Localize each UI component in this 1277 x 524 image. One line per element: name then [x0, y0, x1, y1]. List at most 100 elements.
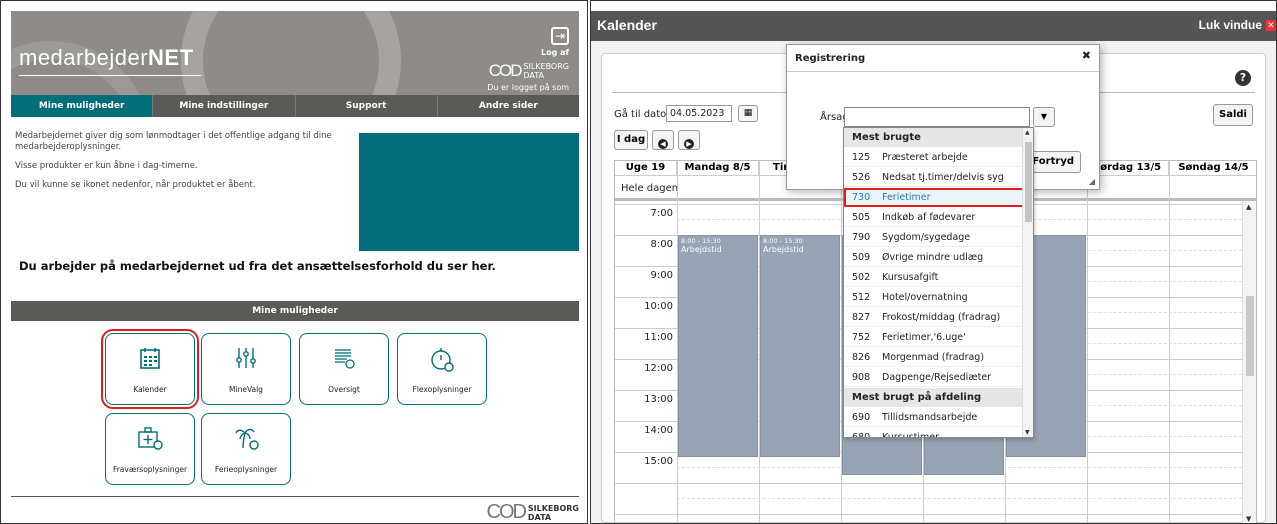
- goto-date-label: Gå til dato:: [614, 109, 670, 120]
- dropdown-option[interactable]: 505 Indkøb af fødevarer: [844, 208, 1024, 227]
- dropdown-option[interactable]: 790 Sygdom/sygedage: [844, 228, 1024, 247]
- dropdown-scrollbar[interactable]: ▲ ▼: [1022, 128, 1033, 437]
- event-time: 8:00 - 15:30: [763, 237, 803, 245]
- section-title: Mine muligheder: [11, 301, 579, 321]
- stopwatch-icon: [398, 346, 486, 379]
- scrollbar-thumb[interactable]: [1246, 296, 1254, 376]
- chevron-down-icon[interactable]: ▼: [1033, 107, 1055, 127]
- event-title: Arbejdstid: [681, 245, 722, 254]
- footer-divider: [11, 496, 579, 497]
- tile-label: Fraværsoplysninger: [112, 465, 188, 474]
- scroll-down-icon[interactable]: ▼: [1025, 429, 1030, 436]
- tile-label: Kalender: [133, 385, 167, 394]
- dropdown-option[interactable]: 827 Frokost/middag (fradrag): [844, 308, 1024, 327]
- day-header[interactable]: Mandag 8/5: [677, 161, 759, 175]
- time-label: 7:00: [650, 208, 673, 219]
- tile-minevalg[interactable]: MineValg: [201, 333, 291, 405]
- calendar-event[interactable]: 8:00 - 15:30 Arbejdstid: [760, 235, 840, 457]
- dropdown-option[interactable]: 690 Tillidsmandsarbejde: [844, 408, 1024, 427]
- tile-label: Flexoplysninger: [412, 385, 472, 394]
- arrow-left-icon: ◀: [658, 139, 668, 149]
- event-time: 8:00 - 15:30: [681, 237, 721, 245]
- hour-line: [615, 514, 1242, 515]
- column-divider: [1087, 161, 1088, 523]
- help-icon[interactable]: ?: [1235, 70, 1251, 86]
- calendar-event[interactable]: 8:00 - 15:30 Arbejdstid: [678, 235, 758, 457]
- sliders-icon: [202, 346, 290, 377]
- resize-grip-icon[interactable]: ◢: [1089, 177, 1095, 186]
- dropdown-option[interactable]: 502 Kursusafgift: [844, 268, 1024, 287]
- dropdown-option[interactable]: 680 Kursustimer: [844, 428, 1024, 437]
- option-group-header: Mest brugt på afdeling: [844, 388, 1024, 407]
- calendar-icon: [106, 346, 194, 377]
- saldi-button[interactable]: Saldi: [1213, 104, 1253, 126]
- intro-paragraph: Medarbejdernet giver dig som lønmodtager…: [15, 131, 332, 152]
- next-week-button[interactable]: ▶: [678, 130, 700, 150]
- main-nav: Mine muligheder Mine indstillinger Suppo…: [11, 95, 579, 117]
- time-label: 13:00: [644, 394, 673, 405]
- site-logo[interactable]: medarbejderNET: [19, 45, 194, 71]
- half-hour-line: [677, 498, 1242, 499]
- dialog-title: Registrering: [795, 53, 866, 64]
- dropdown-option[interactable]: 526 Nedsat tj.timer/delvis syg: [844, 168, 1024, 187]
- close-icon[interactable]: ✖: [1082, 49, 1091, 62]
- palm-tree-icon: [202, 426, 290, 457]
- dropdown-option[interactable]: 509 Øvrige mindre udlæg: [844, 248, 1024, 267]
- tile-flexoplysninger[interactable]: Flexoplysninger: [397, 333, 487, 405]
- tile-oversigt[interactable]: Oversigt: [299, 333, 389, 405]
- tile-label: MineValg: [229, 385, 263, 394]
- dropdown-option[interactable]: 125 Præsteret arbejde: [844, 148, 1024, 167]
- dropdown-option[interactable]: 752 Ferietimer,'6.uge': [844, 328, 1024, 347]
- scroll-up-icon[interactable]: ▲: [1025, 129, 1030, 136]
- close-window-link[interactable]: Luk vindue: [1199, 18, 1262, 32]
- column-divider: [1169, 161, 1170, 523]
- previous-week-button[interactable]: ◀: [652, 130, 674, 150]
- nav-tab-mine-indstillinger[interactable]: Mine indstillinger: [153, 95, 296, 117]
- dropdown-option[interactable]: 512 Hotel/overnatning: [844, 288, 1024, 307]
- time-label: 14:00: [644, 425, 673, 436]
- tile-kalender[interactable]: Kalender: [101, 329, 199, 409]
- dropdown-option[interactable]: 826 Morgenmad (fradrag): [844, 348, 1024, 367]
- time-label: 15:00: [644, 456, 673, 467]
- window-titlebar: Kalender Luk vindue ✕: [591, 11, 1276, 41]
- reason-select[interactable]: [844, 107, 1030, 127]
- grid-scrollbar[interactable]: ▲ ▼: [1242, 201, 1256, 523]
- nav-tab-mine-muligheder[interactable]: Mine muligheder: [11, 95, 154, 117]
- nav-tab-support[interactable]: Support: [295, 95, 438, 117]
- logged-in-text: Du er logget på som: [487, 83, 569, 92]
- tile-ferieoplysninger[interactable]: Ferieoplysninger: [201, 413, 291, 485]
- logout-link[interactable]: Log af: [541, 48, 569, 57]
- date-picker-icon[interactable]: ▦: [738, 105, 758, 122]
- list-icon: [300, 346, 388, 377]
- scrollbar-thumb[interactable]: [1025, 142, 1032, 222]
- dropdown-option-highlighted[interactable]: 730 Ferietimer: [844, 188, 1024, 207]
- today-button[interactable]: I dag: [614, 130, 648, 150]
- time-label: 9:00: [650, 270, 673, 281]
- time-label: 11:00: [644, 332, 673, 343]
- goto-date-input[interactable]: 04.05.2023: [666, 105, 732, 122]
- header-decoration: [181, 11, 401, 95]
- silkeborg-data-footer-logo: COD SILKEBORG DATA: [486, 501, 579, 523]
- banner-box: [359, 133, 579, 251]
- dropdown-option[interactable]: 908 Dagpenge/Rejsediæter: [844, 368, 1024, 387]
- all-day-label: Hele dagen: [621, 183, 679, 194]
- week-number: Uge 19: [615, 161, 677, 175]
- scroll-up-icon[interactable]: ▲: [1246, 203, 1251, 211]
- time-label: 8:00: [650, 239, 673, 250]
- tile-fravaersoplysninger[interactable]: Fraværsoplysninger: [105, 413, 195, 485]
- site-header: medarbejderNET ⇥ Log af COD SILKEBORG DAT…: [11, 11, 579, 95]
- scroll-down-icon[interactable]: ▼: [1246, 515, 1251, 523]
- close-icon[interactable]: ✕: [1266, 20, 1276, 31]
- intro-text: Medarbejdernet giver dig som lønmodtager…: [15, 131, 345, 199]
- cancel-button[interactable]: Fortryd: [1029, 151, 1081, 173]
- logout-icon[interactable]: ⇥: [551, 27, 569, 45]
- time-label: 10:00: [644, 301, 673, 312]
- reason-dropdown-list[interactable]: Mest brugte 125 Præsteret arbejde 526 Neds…: [843, 127, 1034, 438]
- day-header[interactable]: Søndag 14/5: [1169, 161, 1256, 175]
- nav-tab-andre-sider[interactable]: Andre sider: [437, 95, 579, 117]
- employment-heading: Du arbejder på medarbejdernet ud fra det…: [19, 259, 496, 273]
- event-title: Arbejdstid: [763, 245, 804, 254]
- intro-paragraph: Visse produkter er kun åbne i dag-timern…: [15, 161, 198, 171]
- hour-line: [615, 483, 1242, 484]
- arrow-right-icon: ▶: [684, 139, 694, 149]
